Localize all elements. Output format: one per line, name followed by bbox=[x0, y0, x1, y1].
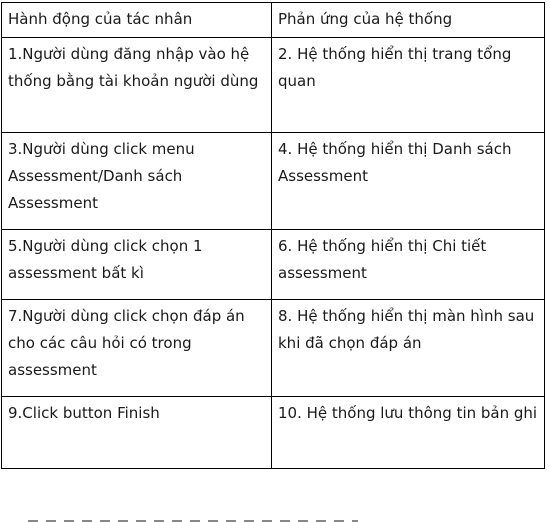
actor-action-cell: 3.Người dùng click menu Assessment/Danh … bbox=[1, 132, 272, 230]
table-header-row: Hành động của tác nhân Phản ứng của hệ t… bbox=[1, 2, 545, 38]
header-actor-cell: Hành động của tác nhân bbox=[1, 2, 272, 38]
actor-action-cell: 1.Người dùng đăng nhập vào hệ thống bằng… bbox=[1, 37, 272, 133]
actor-action-cell: 7.Người dùng click chọn đáp án cho các c… bbox=[1, 299, 272, 397]
table-row: 5.Người dùng click chọn 1 assessment bất… bbox=[1, 229, 545, 300]
system-response-cell: 8. Hệ thống hiển thị màn hình sau khi đã… bbox=[271, 299, 545, 397]
system-response-cell: 6. Hệ thống hiển thị Chi tiết assessment bbox=[271, 229, 545, 300]
actor-action-cell: 5.Người dùng click chọn 1 assessment bất… bbox=[1, 229, 272, 300]
use-case-flow-table: Hành động của tác nhân Phản ứng của hệ t… bbox=[1, 2, 545, 469]
table-row: 1.Người dùng đăng nhập vào hệ thống bằng… bbox=[1, 37, 545, 133]
actor-action-cell: 9.Click button Finish bbox=[1, 396, 272, 469]
table-row: 9.Click button Finish 10. Hệ thống lưu t… bbox=[1, 396, 545, 469]
system-response-cell: 4. Hệ thống hiển thị Danh sách Assessmen… bbox=[271, 132, 545, 230]
cropped-text-line bbox=[28, 512, 358, 522]
system-response-cell: 2. Hệ thống hiển thị trang tổng quan bbox=[271, 37, 545, 133]
table-row: 7.Người dùng click chọn đáp án cho các c… bbox=[1, 299, 545, 397]
table-row: 3.Người dùng click menu Assessment/Danh … bbox=[1, 132, 545, 230]
system-response-cell: 10. Hệ thống lưu thông tin bản ghi bbox=[271, 396, 545, 469]
header-system-cell: Phản ứng của hệ thống bbox=[271, 2, 545, 38]
